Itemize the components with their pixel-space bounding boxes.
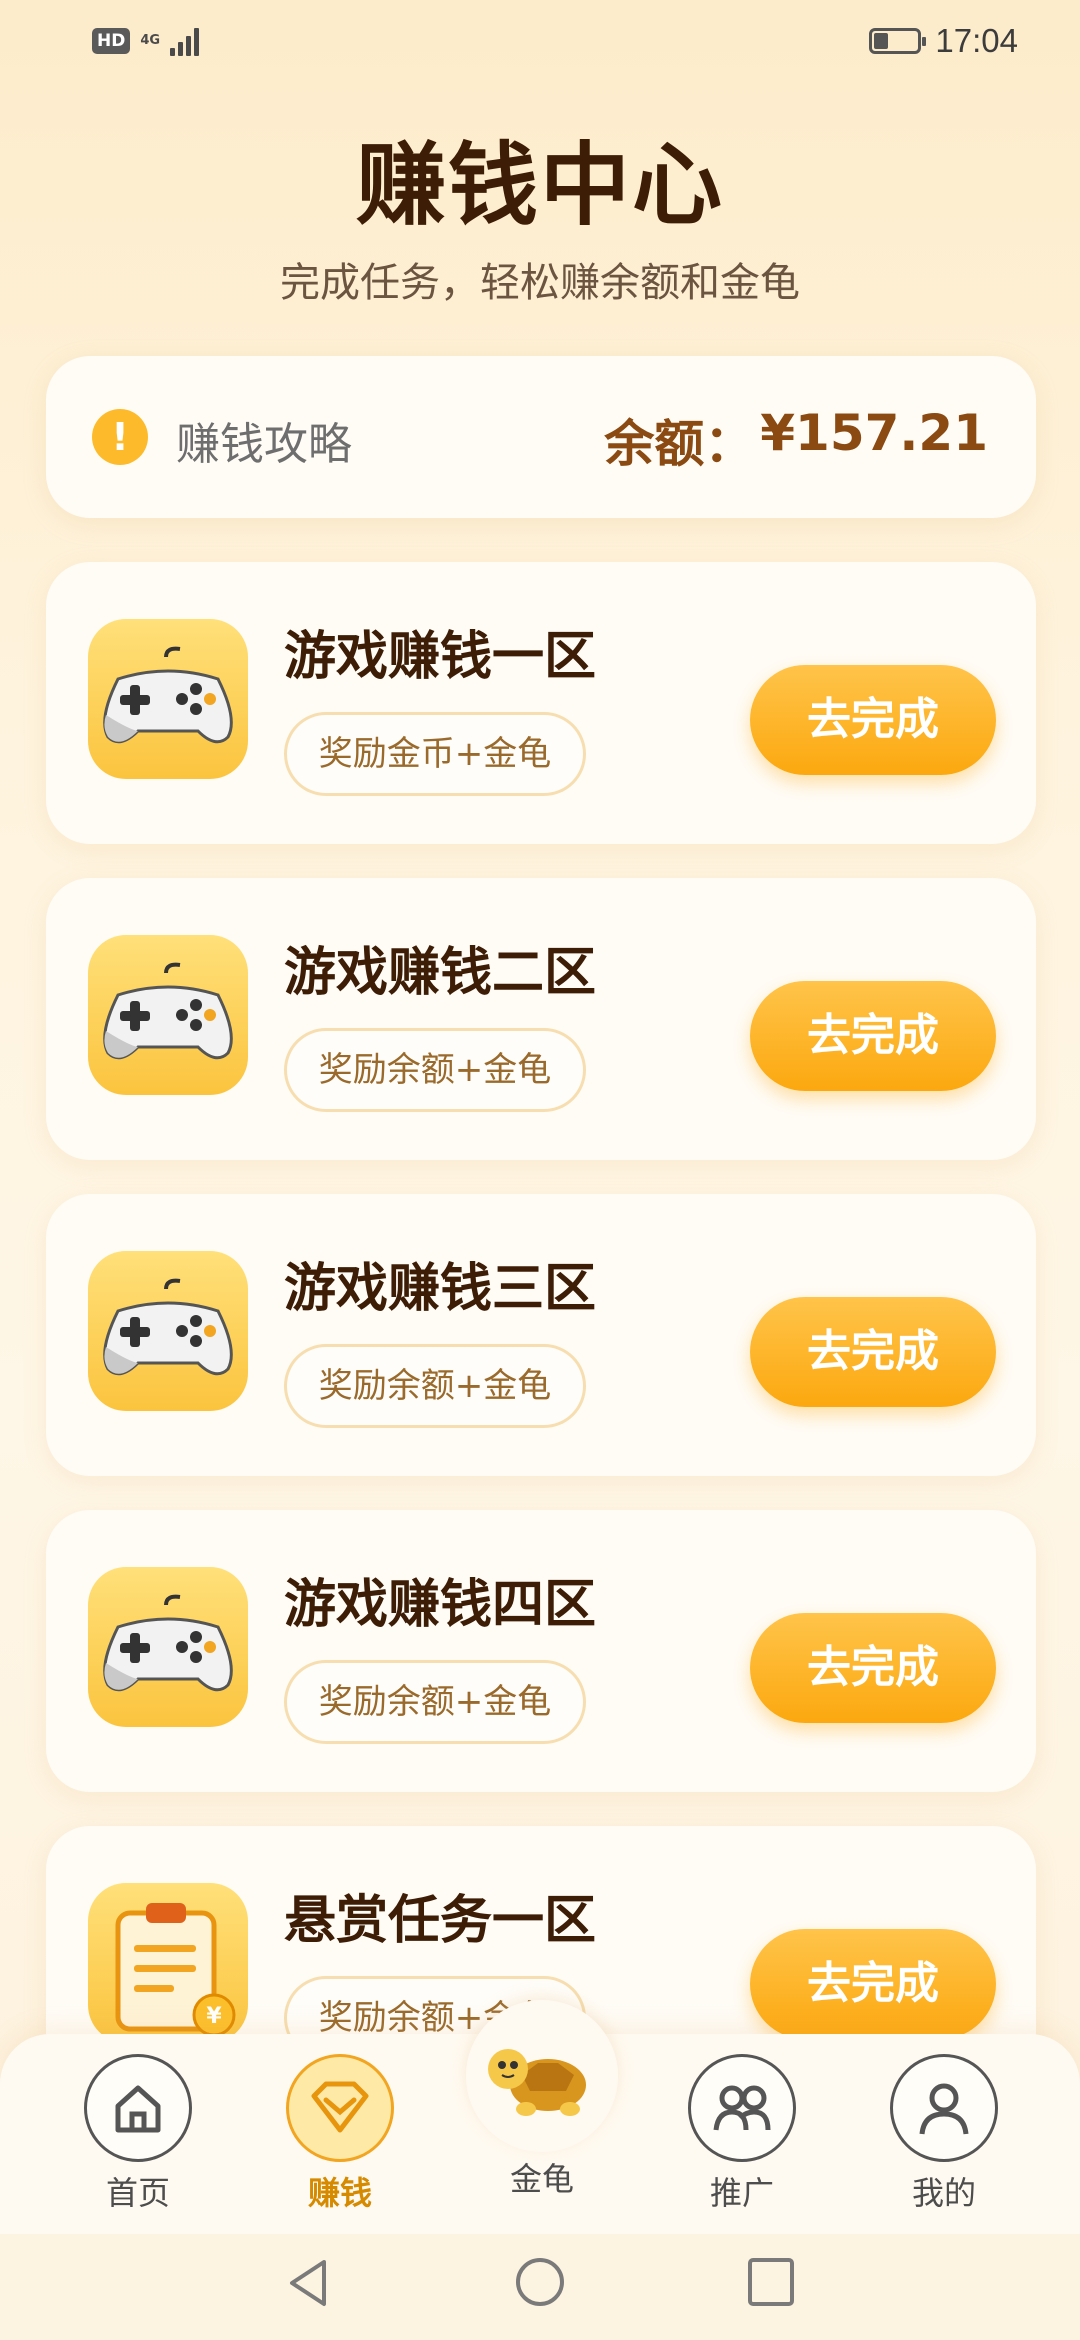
nav-mine-label: 我的 (911, 2174, 976, 2212)
gamepad-icon (88, 619, 248, 779)
status-left: HD 4G (92, 26, 200, 56)
nav-earn-label: 赚钱 (307, 2174, 372, 2212)
nav-turtle-label: 金龟 (509, 2160, 574, 2198)
reward-badge: 奖励余额+金龟 (284, 1660, 586, 1744)
reward-badge: 奖励余额+金龟 (284, 1028, 586, 1112)
task-title: 悬赏任务一区 (284, 1891, 597, 1951)
nav-turtle[interactable] (466, 2000, 618, 2152)
go-complete-button[interactable]: 去完成 (750, 1613, 996, 1723)
go-complete-button[interactable]: 去完成 (750, 981, 996, 1091)
nav-home[interactable]: 首页 (78, 2054, 198, 2214)
users-icon (688, 2054, 796, 2162)
task-card: 游戏赚钱三区 奖励余额+金龟 去完成 (46, 1194, 1036, 1476)
home-circle-icon[interactable] (514, 2256, 566, 2308)
go-complete-button[interactable]: 去完成 (750, 1929, 996, 2039)
balance-value: ¥157.21 (760, 404, 988, 462)
page-subtitle: 完成任务，轻松赚余额和金龟 (280, 260, 800, 306)
task-card: 游戏赚钱一区 奖励金币+金龟 去完成 (46, 562, 1036, 844)
reward-badge: 奖励余额+金龟 (284, 1344, 586, 1428)
home-icon (84, 2054, 192, 2162)
balance-display: 余额： ¥157.21 (604, 404, 988, 476)
page-title: 赚钱中心 (356, 133, 724, 238)
back-icon[interactable] (284, 2256, 334, 2310)
go-complete-button[interactable]: 去完成 (750, 665, 996, 775)
task-title: 游戏赚钱四区 (284, 1575, 597, 1635)
nav-promote[interactable]: 推广 (682, 2054, 802, 2214)
hd-badge: HD (92, 28, 131, 54)
task-card: 游戏赚钱二区 奖励余额+金龟 去完成 (46, 878, 1036, 1160)
gamepad-icon (88, 935, 248, 1095)
status-right: 17:04 (869, 22, 1018, 60)
go-complete-button[interactable]: 去完成 (750, 1297, 996, 1407)
earning-guide-link[interactable]: 赚钱攻略 (176, 408, 352, 472)
status-bar: HD 4G 17:04 (0, 0, 1080, 84)
nav-mine[interactable]: 我的 (884, 2054, 1004, 2214)
balance-label: 余额： (604, 415, 755, 473)
nav-promote-label: 推广 (709, 2174, 774, 2212)
recent-apps-icon[interactable] (746, 2256, 796, 2308)
nav-home-label: 首页 (105, 2174, 170, 2212)
diamond-icon (286, 2054, 394, 2162)
gamepad-icon (88, 1251, 248, 1411)
battery-icon (869, 28, 927, 54)
clipboard-icon: ¥ (88, 1883, 248, 2043)
system-nav-bar (0, 2234, 1080, 2340)
gamepad-icon (88, 1567, 248, 1727)
network-type: 4G (140, 33, 161, 48)
signal-icon (170, 26, 200, 56)
reward-badge: 奖励金币+金龟 (284, 712, 586, 796)
balance-card: ! 赚钱攻略 余额： ¥157.21 (46, 356, 1036, 518)
task-card: 游戏赚钱四区 奖励余额+金龟 去完成 (46, 1510, 1036, 1792)
exclamation-icon: ! (92, 409, 148, 465)
clock: 17:04 (935, 22, 1018, 59)
turtle-icon (488, 2049, 586, 2116)
svg-text:¥: ¥ (206, 2004, 222, 2029)
task-title: 游戏赚钱二区 (284, 943, 597, 1003)
nav-earn[interactable]: 赚钱 (280, 2054, 400, 2214)
task-title: 游戏赚钱一区 (284, 627, 597, 687)
task-title: 游戏赚钱三区 (284, 1259, 597, 1319)
person-icon (890, 2054, 998, 2162)
